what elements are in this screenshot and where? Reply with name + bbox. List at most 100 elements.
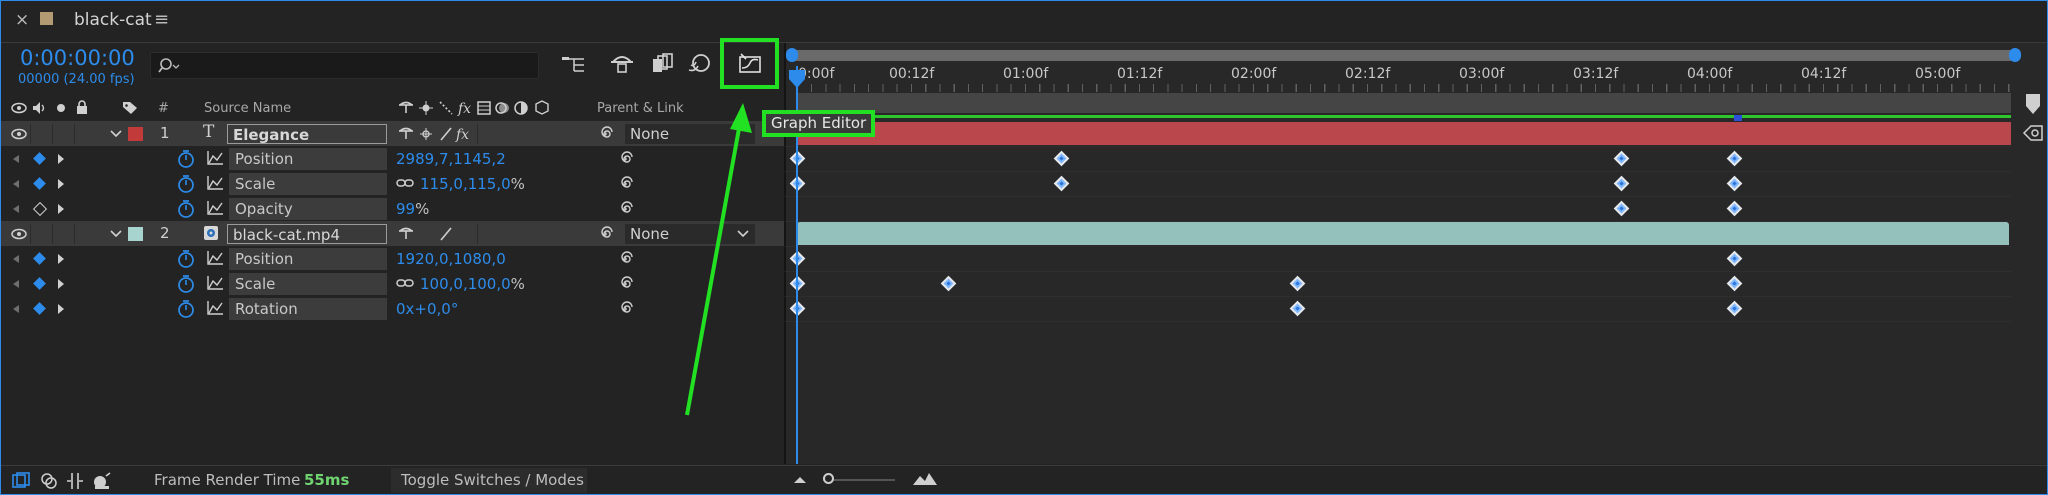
layer-name-field[interactable]: Elegance xyxy=(227,124,387,144)
work-area-end-handle[interactable] xyxy=(2009,48,2021,62)
audio-switch[interactable] xyxy=(30,124,51,144)
add-keyframe-icon[interactable] xyxy=(33,177,46,190)
property-value[interactable]: 0x+0,0° xyxy=(396,299,458,319)
expression-pickwhip-icon[interactable] xyxy=(617,151,633,167)
graph-toggle-icon[interactable] xyxy=(206,175,224,191)
stopwatch-icon[interactable] xyxy=(177,274,195,294)
zoom-in-icon[interactable] xyxy=(912,471,938,487)
stopwatch-icon[interactable] xyxy=(177,199,195,219)
layer-label-color[interactable] xyxy=(128,127,143,141)
layer-extra-switches[interactable] xyxy=(477,124,558,144)
previous-keyframe-icon[interactable] xyxy=(12,154,20,164)
constrain-proportions-link-icon[interactable] xyxy=(396,177,414,189)
audio-switch[interactable] xyxy=(30,224,51,244)
transfer-controls-pane-icon[interactable] xyxy=(40,472,58,490)
layer-search-input[interactable] xyxy=(150,52,539,79)
work-area-start-handle[interactable] xyxy=(786,48,798,62)
layer-switches-pane-icon[interactable] xyxy=(12,472,30,490)
lock-icon[interactable] xyxy=(75,100,89,115)
motion-blur-icon[interactable] xyxy=(686,52,712,76)
layer-switches-icons[interactable]: fx xyxy=(398,126,470,142)
composition-tab-title[interactable]: black-cat xyxy=(74,10,152,30)
label-tag-icon[interactable] xyxy=(122,101,138,115)
add-keyframe-icon[interactable] xyxy=(32,201,48,217)
next-keyframe-icon[interactable] xyxy=(57,278,65,290)
graph-toggle-icon[interactable] xyxy=(206,300,224,316)
layer-2-duration-bar[interactable] xyxy=(797,222,2009,245)
stopwatch-icon[interactable] xyxy=(177,299,195,319)
next-keyframe-icon[interactable] xyxy=(57,178,65,190)
property-value[interactable]: 115,0,115,0% xyxy=(420,174,525,194)
close-tab-icon[interactable]: × xyxy=(15,10,29,30)
lock-switch[interactable] xyxy=(74,124,95,144)
previous-keyframe-icon[interactable] xyxy=(12,204,20,214)
property-value[interactable]: 99% xyxy=(396,199,429,219)
expression-pickwhip-icon[interactable] xyxy=(617,201,633,217)
zoom-slider-handle[interactable] xyxy=(823,473,834,484)
add-keyframe-icon[interactable] xyxy=(33,302,46,315)
solo-icon[interactable] xyxy=(57,104,65,112)
graph-toggle-icon[interactable] xyxy=(206,150,224,166)
expression-pickwhip-icon[interactable] xyxy=(617,176,633,192)
audio-icon[interactable] xyxy=(31,101,47,115)
layer-1-duration-bar[interactable] xyxy=(797,122,2011,145)
expression-pickwhip-icon[interactable] xyxy=(617,276,633,292)
constrain-proportions-link-icon[interactable] xyxy=(396,277,414,289)
solo-switch[interactable] xyxy=(52,224,73,244)
next-keyframe-icon[interactable] xyxy=(57,253,65,265)
add-keyframe-icon[interactable] xyxy=(33,252,46,265)
panel-menu-icon[interactable]: ≡ xyxy=(154,9,169,30)
lock-switch[interactable] xyxy=(74,224,95,244)
current-time-indicator-head[interactable] xyxy=(787,68,807,90)
next-keyframe-icon[interactable] xyxy=(57,203,65,215)
graph-editor-tooltip: Graph Editor xyxy=(762,110,875,137)
current-time-display[interactable]: 0:00:00:00 xyxy=(20,46,135,70)
graph-toggle-icon[interactable] xyxy=(206,200,224,216)
zoom-out-icon[interactable] xyxy=(792,473,808,485)
previous-keyframe-icon[interactable] xyxy=(12,279,20,289)
collapse-chevron-icon[interactable] xyxy=(110,229,122,239)
text-layer-type-icon: T xyxy=(203,122,215,142)
video-visibility-icon[interactable] xyxy=(11,102,27,114)
previous-keyframe-icon[interactable] xyxy=(12,304,20,314)
property-value[interactable]: 1920,0,1080,0 xyxy=(396,249,506,269)
comp-marker-bin-icon[interactable] xyxy=(2024,92,2042,116)
property-value[interactable]: 2989,7,1145,2 xyxy=(396,149,506,169)
previous-keyframe-icon[interactable] xyxy=(12,179,20,189)
parent-pickwhip-icon[interactable] xyxy=(597,126,613,142)
expression-pickwhip-icon[interactable] xyxy=(617,301,633,317)
source-name-column-header[interactable]: Source Name xyxy=(204,101,291,116)
track-separator xyxy=(785,171,2011,172)
in-out-pane-icon[interactable] xyxy=(66,472,84,490)
next-keyframe-icon[interactable] xyxy=(57,303,65,315)
graph-toggle-icon[interactable] xyxy=(206,250,224,266)
layer-visibility-eye-icon[interactable] xyxy=(11,228,27,240)
graph-toggle-icon[interactable] xyxy=(206,275,224,291)
frame-blending-icon[interactable] xyxy=(650,52,674,76)
expression-pickwhip-icon[interactable] xyxy=(617,251,633,267)
add-keyframe-icon[interactable] xyxy=(33,152,46,165)
previous-keyframe-icon[interactable] xyxy=(12,254,20,264)
add-keyframe-icon[interactable] xyxy=(33,277,46,290)
property-value[interactable]: 100,0,100,0% xyxy=(420,274,525,294)
layer-index: 2 xyxy=(160,224,170,242)
render-time-pane-icon[interactable] xyxy=(92,472,112,490)
draft-3d-icon[interactable] xyxy=(609,52,635,76)
layer-name-field[interactable]: black-cat.mp4 xyxy=(227,224,387,244)
toggle-switches-modes-button[interactable]: Toggle Switches / Modes xyxy=(391,468,587,493)
work-area-bar[interactable] xyxy=(790,50,2015,61)
layer-extra-switches[interactable] xyxy=(477,224,558,244)
time-navigator-bar[interactable] xyxy=(797,93,2011,113)
solo-switch[interactable] xyxy=(52,124,73,144)
stopwatch-icon[interactable] xyxy=(177,174,195,194)
composition-flowchart-icon[interactable] xyxy=(560,54,588,76)
comp-button-icon[interactable] xyxy=(2022,124,2044,142)
layer-switches-icons[interactable] xyxy=(398,226,458,242)
stopwatch-icon[interactable] xyxy=(177,249,195,269)
layer-label-color[interactable] xyxy=(128,227,143,241)
parent-pickwhip-icon[interactable] xyxy=(597,226,613,242)
next-keyframe-icon[interactable] xyxy=(57,153,65,165)
stopwatch-icon[interactable] xyxy=(177,149,195,169)
collapse-chevron-icon[interactable] xyxy=(110,129,122,139)
layer-visibility-eye-icon[interactable] xyxy=(11,128,27,140)
